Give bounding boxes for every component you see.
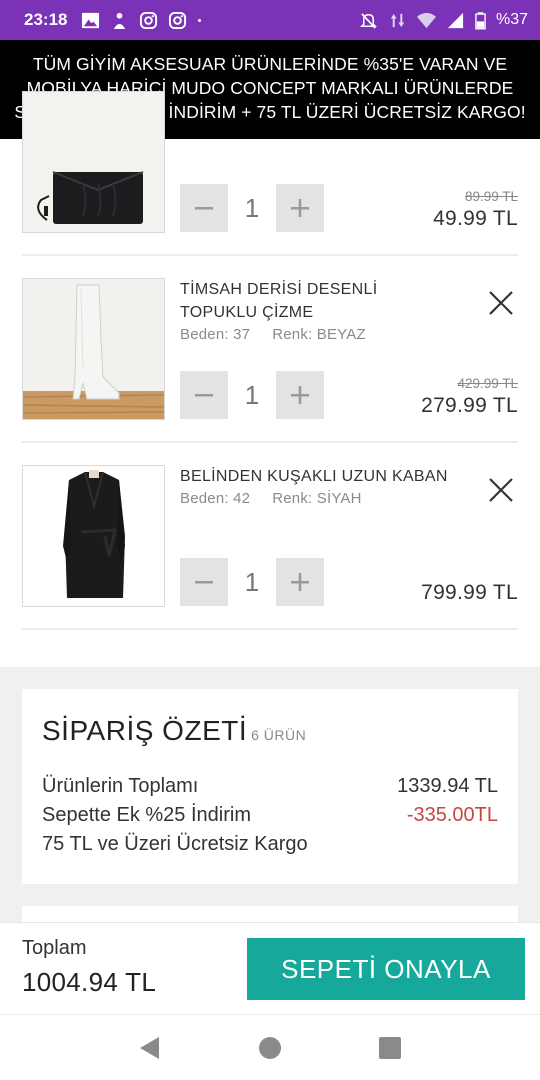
- size-label: Beden: 42: [180, 490, 251, 507]
- checkout-bar: Toplam 1004.94 TL SEPETİ ONAYLA: [0, 922, 540, 1014]
- original-price: 429.99 TL: [457, 376, 518, 391]
- plus-icon: [291, 573, 309, 591]
- original-price: 89.99 TL: [464, 189, 518, 204]
- wifi-icon: [416, 12, 436, 28]
- minus-icon: [195, 207, 213, 210]
- notification-icons: [81, 11, 207, 30]
- sale-price: 49.99 TL: [433, 207, 518, 230]
- plus-icon: [291, 199, 309, 217]
- order-summary-card: SİPARİŞ ÖZETİ 6 ÜRÜN Ürünlerin Toplamı 13…: [22, 689, 518, 884]
- cart-item: BELİNDEN KUŞAKLI UZUN KABAN Beden: 42 Ren…: [22, 443, 518, 630]
- system-icons: %37: [359, 11, 528, 30]
- sale-price: 799.99 TL: [421, 581, 518, 604]
- recents-icon: [379, 1036, 401, 1059]
- promo-line: TÜM GİYİM AKSESUAR ÜRÜNLERİNDE %35'E VAR…: [32, 54, 508, 74]
- home-icon: [259, 1036, 281, 1059]
- quantity-stepper[interactable]: 1: [180, 558, 324, 606]
- product-image[interactable]: [22, 465, 165, 607]
- status-time: 23:18: [24, 10, 68, 29]
- cart-item: 1 89.99 TL 49.99 TL: [22, 91, 518, 256]
- size-label: Beden: 37: [180, 326, 251, 343]
- increase-button[interactable]: [276, 184, 324, 232]
- battery-icon: [475, 11, 486, 29]
- product-name[interactable]: BELİNDEN KUŞAKLI UZUN KABAN: [180, 465, 450, 488]
- total-value: 1004.94 TL: [22, 967, 157, 997]
- summary-heading: SİPARİŞ ÖZETİ: [42, 715, 248, 746]
- total-label: Toplam: [22, 937, 87, 959]
- recents-button[interactable]: [375, 1033, 405, 1063]
- summary-value: 1339.94 TL: [397, 775, 498, 797]
- sale-price: 279.99 TL: [421, 394, 518, 417]
- summary-title: SİPARİŞ ÖZETİ 6 ÜRÜN: [42, 715, 306, 747]
- gallery-icon: [82, 12, 100, 28]
- summary-row: Sepette Ek %25 İndirim -335.00TL: [42, 804, 498, 827]
- plus-icon: [291, 386, 309, 404]
- signal-icon: [447, 12, 464, 28]
- instagram-icon: [140, 11, 158, 29]
- back-button[interactable]: [135, 1033, 165, 1063]
- quantity-stepper[interactable]: 1: [180, 184, 324, 232]
- quantity-value: 1: [244, 192, 260, 223]
- color-label: Renk: BEYAZ: [272, 326, 366, 343]
- quantity-value: 1: [244, 566, 260, 597]
- product-attributes: Beden: 42 Renk: SİYAH: [180, 490, 362, 507]
- decrease-button[interactable]: [180, 184, 228, 232]
- product-name[interactable]: TİMSAH DERİSİ DESENLİ TOPUKLU ÇİZME: [180, 278, 450, 324]
- navigation-bar: [0, 1014, 540, 1080]
- battery-percent: %37: [495, 11, 528, 28]
- decrease-button[interactable]: [180, 558, 228, 606]
- status-bar: 23:18 %37: [0, 0, 540, 40]
- minus-icon: [195, 581, 213, 584]
- summary-label: Sepette Ek %25 İndirim: [42, 804, 251, 826]
- item-count: 6 ÜRÜN: [251, 727, 307, 743]
- cart-item: TİMSAH DERİSİ DESENLİ TOPUKLU ÇİZME Bede…: [22, 256, 518, 443]
- discount-value: -335.00TL: [406, 804, 498, 826]
- confirm-cart-button[interactable]: SEPETİ ONAYLA: [247, 938, 525, 1000]
- summary-row: 75 TL ve Üzeri Ücretsiz Kargo: [42, 833, 498, 856]
- quantity-stepper[interactable]: 1: [180, 371, 324, 419]
- data-arrows-icon: [390, 13, 405, 27]
- home-button[interactable]: [255, 1033, 285, 1063]
- close-icon[interactable]: [486, 475, 516, 505]
- dot-icon: [198, 18, 202, 22]
- color-label: Renk: SİYAH: [272, 490, 362, 507]
- decrease-button[interactable]: [180, 371, 228, 419]
- mute-icon: [359, 12, 377, 29]
- close-icon[interactable]: [486, 288, 516, 318]
- increase-button[interactable]: [276, 371, 324, 419]
- summary-row: Ürünlerin Toplamı 1339.94 TL: [42, 775, 498, 798]
- summary-label: 75 TL ve Üzeri Ücretsiz Kargo: [42, 833, 308, 855]
- minus-icon: [195, 394, 213, 397]
- app-icon: [114, 12, 126, 29]
- back-icon: [140, 1036, 159, 1059]
- product-image[interactable]: [22, 278, 165, 420]
- product-attributes: Beden: 37 Renk: BEYAZ: [180, 326, 366, 343]
- instagram-icon: [169, 11, 187, 29]
- increase-button[interactable]: [276, 558, 324, 606]
- product-image[interactable]: [22, 91, 165, 233]
- quantity-value: 1: [244, 379, 260, 410]
- summary-label: Ürünlerin Toplamı: [42, 775, 199, 797]
